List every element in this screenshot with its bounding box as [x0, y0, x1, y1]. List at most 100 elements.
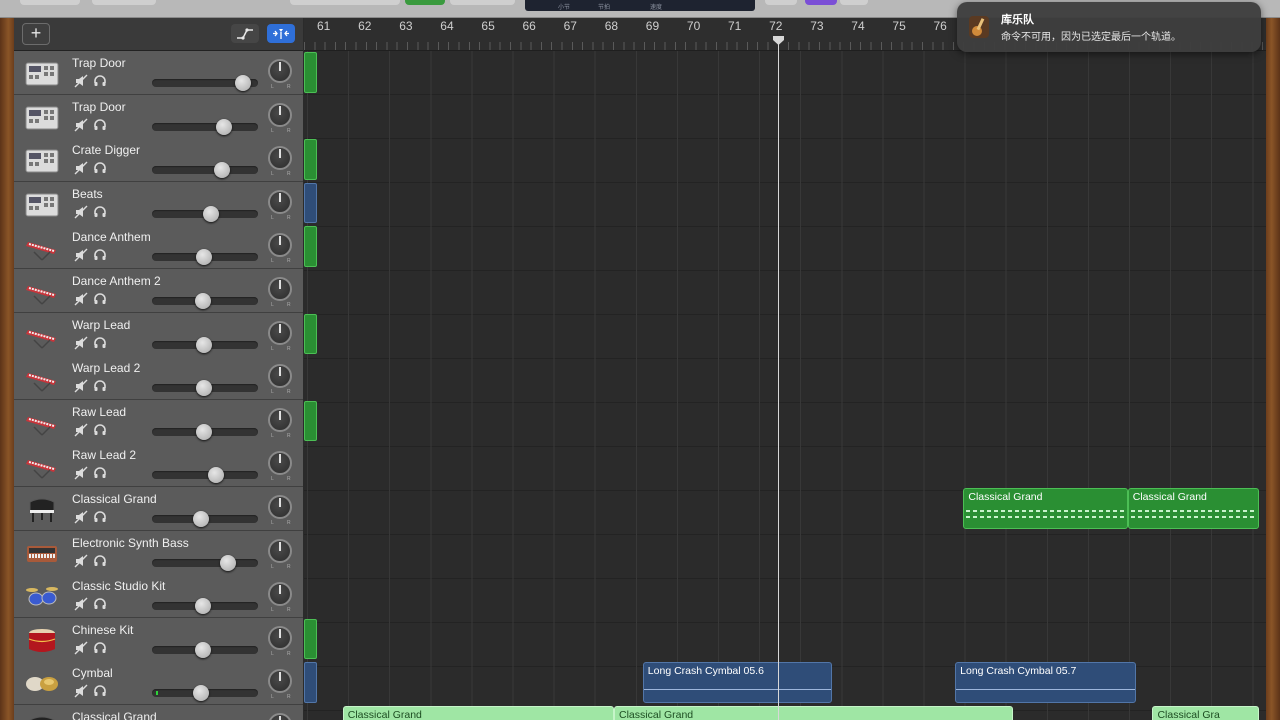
solo-headphones-button[interactable] [93, 597, 107, 611]
volume-slider-knob[interactable] [192, 511, 209, 527]
mute-button[interactable] [74, 74, 88, 88]
mute-button[interactable] [74, 597, 88, 611]
mute-button[interactable] [74, 379, 88, 393]
control-button[interactable] [765, 0, 797, 5]
volume-slider[interactable] [152, 118, 258, 135]
pan-knob[interactable] [268, 233, 292, 258]
solo-headphones-button[interactable] [93, 292, 107, 306]
volume-slider-knob[interactable] [235, 75, 252, 91]
volume-slider[interactable] [152, 336, 258, 353]
volume-slider[interactable] [152, 598, 258, 615]
volume-slider[interactable] [152, 75, 258, 91]
solo-headphones-button[interactable] [93, 510, 107, 524]
pan-knob[interactable] [268, 451, 292, 476]
control-button[interactable] [290, 0, 400, 5]
region-stub[interactable] [304, 662, 317, 703]
catch-playhead-button[interactable] [267, 24, 295, 43]
pan-knob[interactable] [268, 102, 292, 127]
audio-region[interactable]: Classical Grand [614, 706, 1013, 720]
mute-button[interactable] [74, 554, 88, 568]
volume-slider-knob[interactable] [207, 467, 224, 484]
volume-slider-knob[interactable] [195, 249, 212, 266]
track-header[interactable]: Electronic Synth Bass L R [14, 530, 303, 575]
audio-region[interactable]: Classical Grand [1127, 488, 1260, 529]
pan-knob[interactable] [268, 713, 292, 720]
volume-slider-knob[interactable] [203, 205, 220, 222]
pan-knob[interactable] [268, 538, 292, 563]
volume-slider-knob[interactable] [213, 162, 230, 179]
control-button[interactable] [20, 0, 80, 5]
audio-region[interactable]: Long Crash Cymbal 05.7 [955, 662, 1136, 703]
region-stub[interactable] [304, 139, 317, 180]
volume-slider[interactable] [152, 293, 258, 309]
mute-button[interactable] [74, 336, 88, 350]
track-header[interactable]: Raw Lead 2 L R [14, 443, 303, 488]
tracks-area[interactable]: Classical Grand Classical Grand Long Crash… [304, 51, 1266, 720]
solo-headphones-button[interactable] [93, 336, 107, 350]
volume-slider[interactable] [152, 249, 258, 266]
control-button[interactable] [92, 0, 156, 5]
solo-headphones-button[interactable] [93, 466, 107, 480]
volume-slider[interactable] [152, 685, 258, 702]
track-header[interactable]: Dance Anthem 2 L R [14, 269, 303, 313]
notification-banner[interactable]: 库乐队 命令不可用，因为已选定最后一个轨道。 [957, 2, 1261, 52]
track-header[interactable]: Raw Lead L R [14, 399, 303, 444]
record-indicator[interactable] [405, 0, 445, 5]
audio-region[interactable]: Classical Grand [963, 488, 1128, 529]
track-header[interactable]: Warp Lead L R [14, 312, 303, 357]
audio-region[interactable]: Long Crash Cymbal 05.6 [642, 662, 832, 703]
pan-knob[interactable] [268, 669, 292, 694]
volume-slider-knob[interactable] [194, 641, 211, 658]
track-header[interactable]: Trap Door L R [14, 94, 303, 139]
automation-button[interactable] [231, 24, 259, 43]
pan-knob[interactable] [268, 59, 292, 83]
track-header[interactable]: Chinese Kit L R [14, 617, 303, 662]
pan-knob[interactable] [268, 495, 292, 519]
track-header[interactable]: Crate Digger L R [14, 138, 303, 183]
pan-knob[interactable] [268, 582, 292, 607]
volume-slider[interactable] [152, 162, 258, 179]
volume-slider[interactable] [152, 554, 258, 571]
solo-headphones-button[interactable] [93, 423, 107, 437]
track-header[interactable]: Cymbal L R [14, 661, 303, 706]
track-header[interactable]: Trap Door L R [14, 51, 303, 95]
mute-button[interactable] [74, 118, 88, 132]
track-header[interactable]: Classic Studio Kit L R [14, 574, 303, 619]
control-button[interactable] [805, 0, 837, 5]
volume-slider[interactable] [152, 467, 258, 484]
region-stub[interactable] [304, 226, 317, 267]
solo-headphones-button[interactable] [93, 205, 107, 219]
track-header[interactable]: Classical GrandLR [14, 487, 303, 531]
region-stub[interactable] [304, 618, 317, 660]
track-header[interactable]: Dance Anthem L R [14, 225, 303, 270]
track-header[interactable]: Classical GrandLR [14, 705, 303, 720]
pan-knob[interactable] [268, 625, 292, 650]
solo-headphones-button[interactable] [93, 118, 107, 132]
mute-button[interactable] [74, 205, 88, 219]
pan-knob[interactable] [268, 364, 292, 389]
region-stub[interactable] [304, 400, 317, 442]
region-stub[interactable] [304, 313, 317, 355]
volume-slider-knob[interactable] [194, 293, 211, 309]
track-header[interactable]: Beats L R [14, 181, 303, 226]
mute-button[interactable] [74, 161, 88, 175]
pan-knob[interactable] [268, 407, 292, 432]
mute-button[interactable] [74, 466, 88, 480]
lcd-display[interactable]: 小节 节拍 速度 [525, 0, 755, 11]
region-stub[interactable] [304, 52, 317, 93]
mute-button[interactable] [74, 423, 88, 437]
volume-slider[interactable] [152, 205, 258, 222]
volume-slider[interactable] [152, 423, 258, 440]
solo-headphones-button[interactable] [93, 379, 107, 393]
mute-button[interactable] [74, 684, 88, 698]
volume-slider[interactable] [152, 380, 258, 397]
region-stub[interactable] [304, 182, 317, 224]
pan-knob[interactable] [268, 189, 292, 214]
mute-button[interactable] [74, 641, 88, 655]
volume-slider-knob[interactable] [192, 685, 209, 702]
track-header[interactable]: Warp Lead 2 L R [14, 356, 303, 401]
control-button[interactable] [450, 0, 515, 5]
volume-slider-knob[interactable] [195, 380, 212, 397]
add-track-button[interactable]: + [22, 23, 50, 45]
solo-headphones-button[interactable] [93, 248, 107, 262]
